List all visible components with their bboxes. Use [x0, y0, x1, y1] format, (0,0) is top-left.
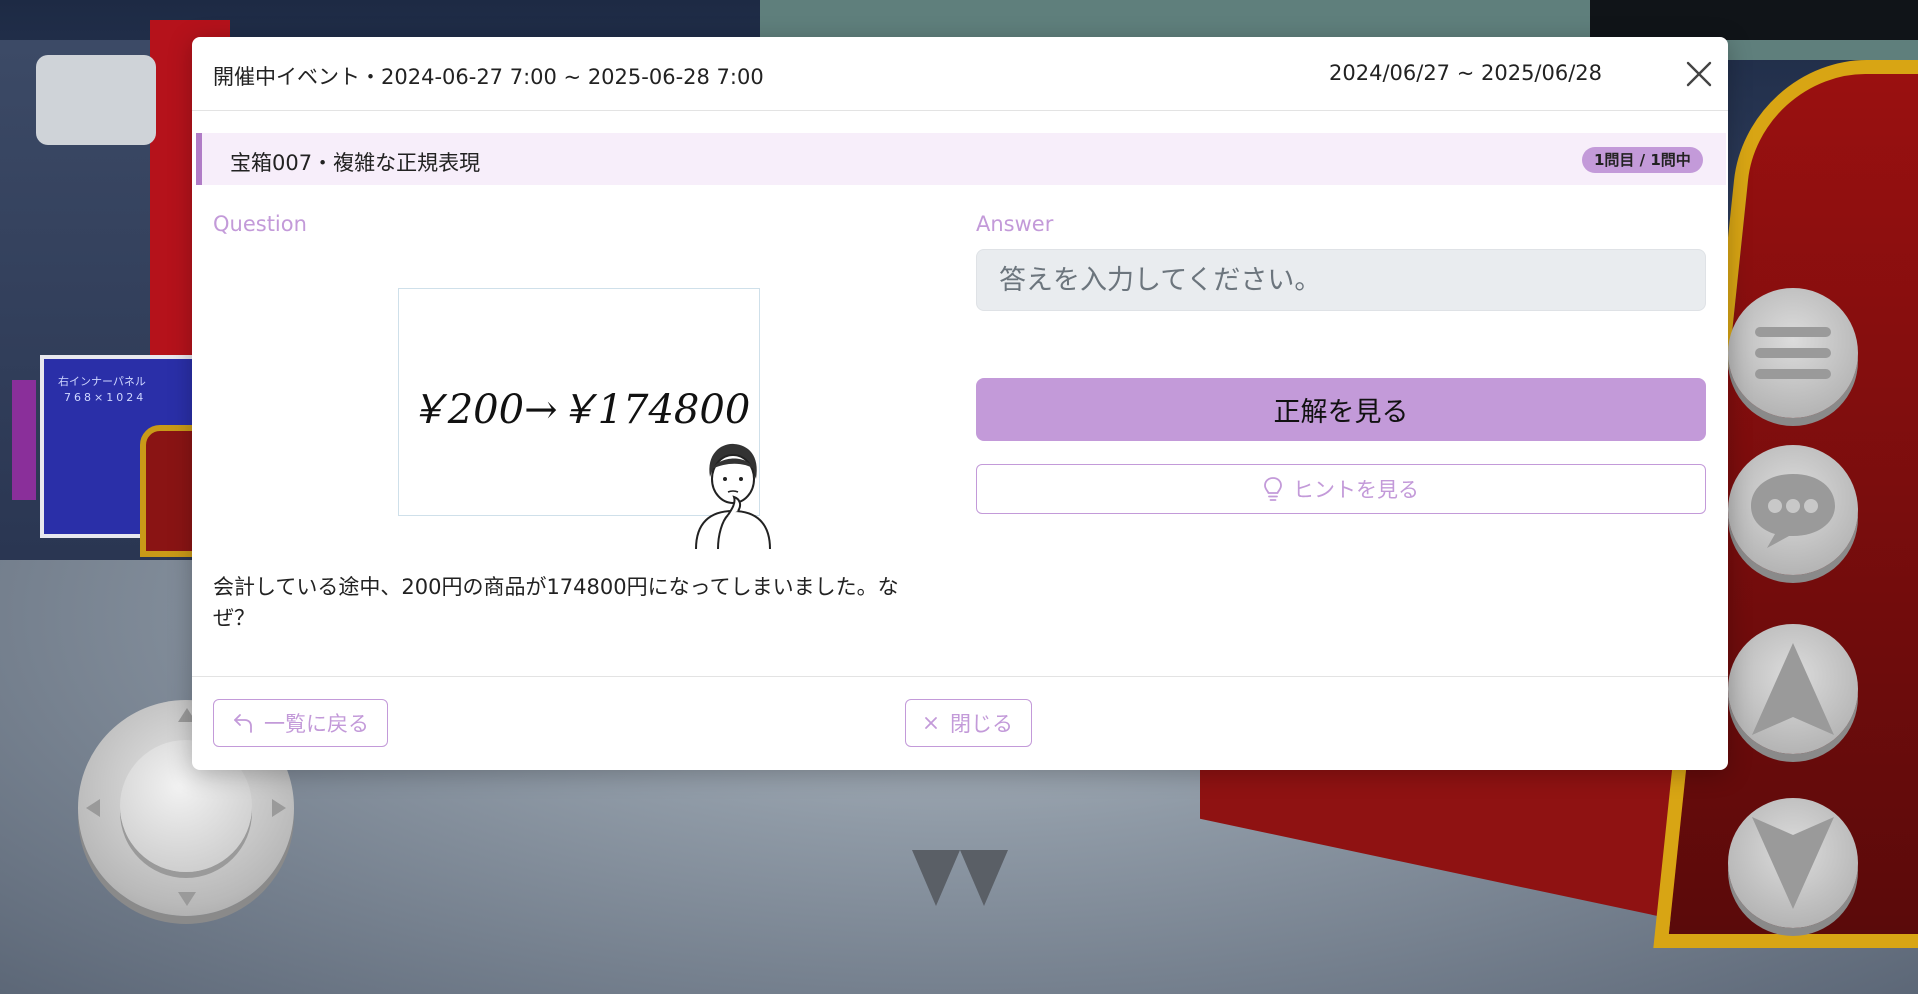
speaker-icon: [36, 55, 156, 145]
modal-footer: 一覧に戻る 閉じる: [192, 676, 1728, 770]
show-answer-label: 正解を見る: [1273, 397, 1409, 428]
answer-input[interactable]: [976, 249, 1706, 311]
menu-button[interactable]: [1728, 288, 1858, 418]
quiz-title-bar: 宝箱007・複雑な正規表現 1問目 / 1問中: [196, 133, 1726, 185]
scene-ceiling-dark: [1590, 0, 1918, 40]
back-to-list-label: 一覧に戻る: [264, 712, 369, 736]
chat-bubble-icon: [1751, 474, 1835, 548]
x-icon: [925, 717, 937, 729]
move-back-button[interactable]: [1728, 798, 1858, 928]
quiz-title: 宝箱007・複雑な正規表現: [230, 151, 481, 175]
cone-right: [960, 850, 1008, 906]
move-forward-button[interactable]: [1728, 624, 1858, 754]
lightbulb-icon: [1264, 477, 1282, 501]
thinking-person-icon: [695, 443, 771, 549]
joystick-left-icon: [86, 799, 100, 817]
show-answer-button[interactable]: 正解を見る: [976, 378, 1706, 441]
panel-text-2: 768×1024: [64, 391, 147, 404]
progress-badge: 1問目 / 1問中: [1582, 147, 1703, 173]
show-hint-label: ヒントを見る: [1293, 478, 1419, 502]
arrow-down-icon: [1752, 817, 1834, 909]
hamburger-menu-icon: [1755, 327, 1831, 379]
joystick-right-icon: [272, 799, 286, 817]
arrow-up-icon: [1752, 643, 1834, 735]
panel-text-1: 右インナーパネル: [58, 375, 146, 388]
cone-left: [912, 850, 960, 906]
question-label: Question: [213, 212, 307, 236]
close-icon[interactable]: [1682, 57, 1716, 91]
answer-label: Answer: [976, 212, 1054, 236]
scene-panel-stripe: [12, 380, 36, 500]
question-image-text: ￥200→￥174800: [407, 387, 751, 433]
chat-button[interactable]: [1728, 445, 1858, 575]
event-label: 開催中イベント・2024-06-27 7:00 ~ 2025-06-28 7:0…: [213, 65, 764, 89]
question-text: 会計している途中、200円の商品が174800円になってしまいました。なぜ？: [213, 575, 899, 630]
close-label: 閉じる: [950, 712, 1013, 736]
date-range: 2024/06/27 ~ 2025/06/28: [1329, 61, 1603, 85]
quiz-modal: 開催中イベント・2024-06-27 7:00 ~ 2025-06-28 7:0…: [192, 37, 1728, 770]
back-to-list-button[interactable]: 一覧に戻る: [213, 699, 388, 747]
joystick-down-icon: [178, 892, 196, 906]
modal-header: 開催中イベント・2024-06-27 7:00 ~ 2025-06-28 7:0…: [192, 37, 1728, 111]
return-arrow-icon: [234, 714, 252, 733]
show-hint-button[interactable]: ヒントを見る: [976, 464, 1706, 514]
close-button[interactable]: 閉じる: [905, 699, 1032, 747]
